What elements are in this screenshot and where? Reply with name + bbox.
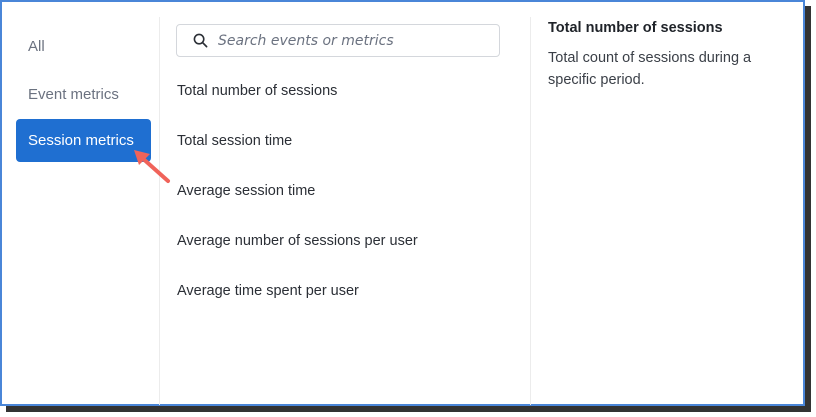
metric-detail-panel: Total number of sessions Total count of … [531, 17, 805, 405]
detail-title: Total number of sessions [548, 20, 723, 36]
metric-item-average-session-time[interactable]: Average session time [177, 180, 315, 202]
metric-item-total-sessions[interactable]: Total number of sessions [177, 80, 337, 102]
dialog-frame: All Event metrics Session metrics Total … [0, 0, 805, 406]
annotation-arrow-icon [134, 150, 170, 183]
sidebar-item-all[interactable]: All [16, 25, 151, 68]
metric-item-average-sessions-per-user[interactable]: Average number of sessions per user [177, 230, 418, 252]
metrics-list-panel: Total number of sessions Total session t… [160, 17, 531, 405]
detail-description: Total count of sessions during a specifi… [548, 50, 752, 88]
search-box[interactable] [176, 24, 500, 57]
sidebar-item-event-metrics[interactable]: Event metrics [16, 73, 151, 116]
category-sidebar: All Event metrics Session metrics [2, 17, 160, 405]
search-icon [193, 33, 208, 48]
sidebar-item-label: Session metrics [28, 132, 134, 149]
metric-item-total-session-time[interactable]: Total session time [177, 130, 292, 152]
sidebar-item-label: All [28, 38, 45, 55]
metric-item-average-time-per-user[interactable]: Average time spent per user [177, 280, 359, 302]
search-input[interactable] [218, 32, 478, 49]
sidebar-item-label: Event metrics [28, 86, 119, 103]
